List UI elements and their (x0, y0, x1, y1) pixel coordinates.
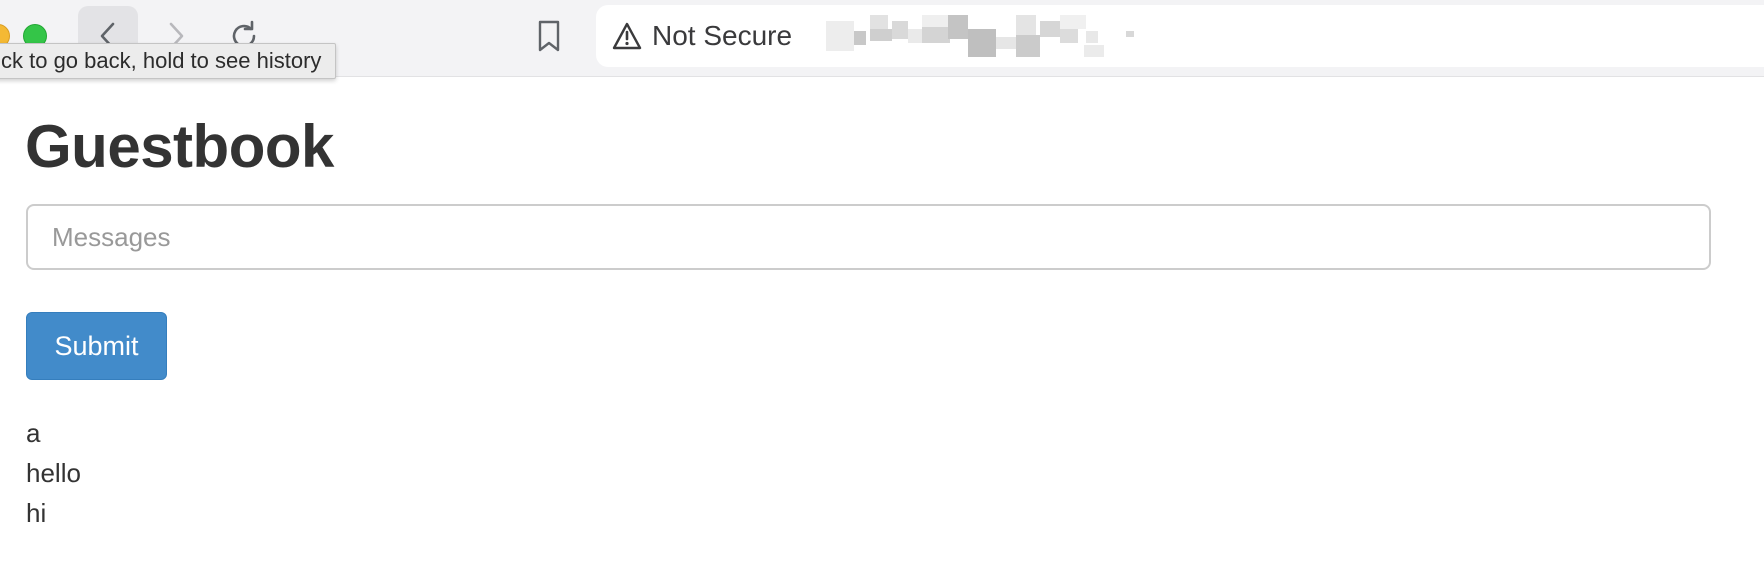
message-item: hi (26, 498, 47, 528)
message-input[interactable] (26, 204, 1711, 270)
page-title: Guestbook (25, 113, 334, 180)
address-bar[interactable]: Not Secure (596, 5, 1764, 67)
browser-toolbar: Not Secure ck to go back, hold to see hi… (0, 0, 1764, 79)
message-list: a hello hi (26, 413, 81, 533)
message-item: a (26, 418, 41, 448)
message-item: hello (26, 458, 81, 488)
bookmark-icon (538, 20, 560, 52)
page-content: Guestbook Submit a hello hi (0, 77, 1764, 576)
bookmark-button[interactable] (534, 16, 564, 56)
warning-triangle-icon (612, 22, 642, 50)
submit-button[interactable]: Submit (26, 312, 167, 380)
back-button-tooltip: ck to go back, hold to see history (0, 43, 337, 79)
security-label: Not Secure (652, 20, 793, 51)
security-indicator[interactable]: Not Secure (612, 17, 792, 55)
redacted-url (826, 15, 1136, 59)
tooltip-text: ck to go back, hold to see history (1, 48, 322, 73)
